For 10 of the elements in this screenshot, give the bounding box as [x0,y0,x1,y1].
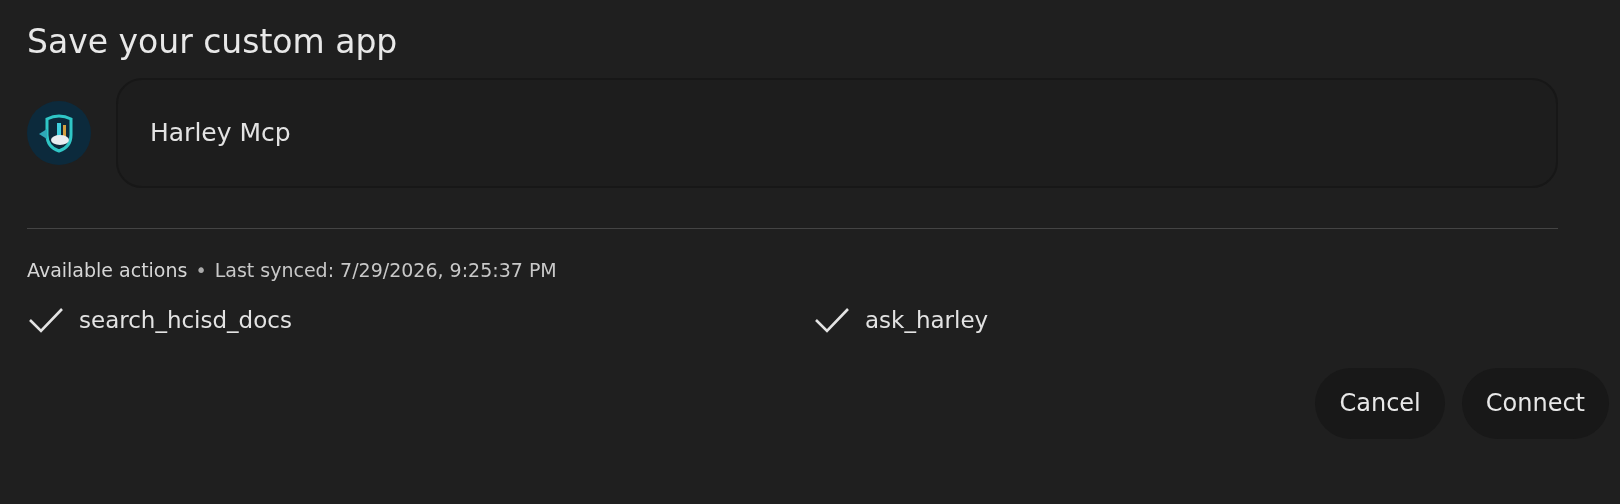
actions-label: Available actions [27,258,188,281]
shield-logo-icon [27,100,91,165]
last-synced-text: Last synced: 7/29/2026, 9:25:37 PM [214,258,557,281]
separator-dot: • [195,258,207,281]
action-name: ask_harley [865,306,989,333]
action-name: search_hcisd_docs [79,306,292,333]
dialog-title: Save your custom app [27,22,399,62]
connect-button[interactable]: Connect [1461,367,1609,439]
cancel-button[interactable]: Cancel [1315,367,1445,439]
app-name-field[interactable]: Harley Mcp [116,77,1558,188]
